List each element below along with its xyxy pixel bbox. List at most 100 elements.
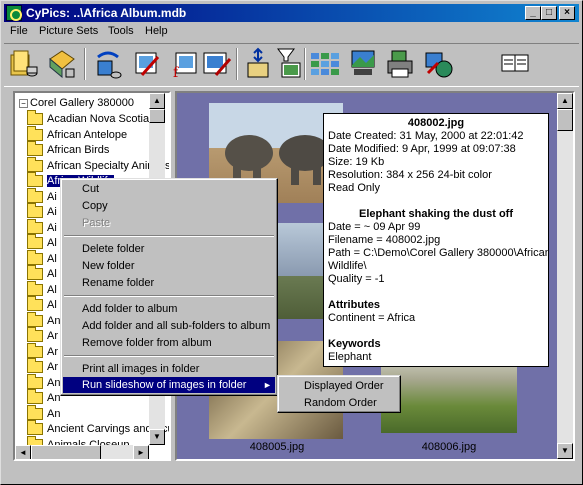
- menu-new-folder[interactable]: New folder: [63, 258, 275, 274]
- menu-picture-sets[interactable]: Picture Sets: [39, 25, 98, 37]
- tree-folder-label: Ai: [47, 190, 57, 203]
- menu-separator: [64, 355, 274, 357]
- folder-icon: [27, 141, 43, 157]
- tree-folder-label: African Birds: [47, 144, 110, 156]
- folder-icon: [27, 296, 43, 312]
- tree-folder-label: Al: [47, 268, 57, 280]
- folder-icon: [27, 311, 43, 327]
- tooltip-path-cont: Wildlife\: [328, 260, 367, 272]
- tooltip-path: Path = C:\Demo\Corel Gallery 380000\Afri…: [328, 247, 549, 259]
- tooltip-attributes-heading: Attributes: [328, 299, 380, 311]
- edit-picture-icon[interactable]: [132, 47, 162, 81]
- scroll-up-icon[interactable]: ▲: [557, 93, 573, 109]
- window-title: CyPics: ..\Africa Album.mdb: [26, 6, 187, 20]
- title-bar[interactable]: CyPics: ..\Africa Album.mdb _ □ ×: [4, 4, 579, 22]
- menu-separator: [64, 235, 274, 237]
- scroll-down-icon[interactable]: ▼: [149, 429, 165, 445]
- tooltip-caption: Elephant shaking the dust off: [358, 208, 513, 220]
- open-collection-icon[interactable]: [46, 47, 76, 81]
- filter-icon[interactable]: [274, 47, 304, 81]
- scroll-thumb[interactable]: [557, 109, 573, 131]
- menu-copy[interactable]: Copy: [63, 198, 275, 214]
- folder-icon: [27, 249, 43, 265]
- sort-icon[interactable]: [244, 47, 274, 81]
- folder-icon: [27, 234, 43, 250]
- menu-picture-sets-label: Picture Sets: [39, 25, 99, 37]
- folder-icon: [27, 125, 43, 141]
- menu-file[interactable]: File: [10, 25, 28, 37]
- folder-icon: [27, 404, 43, 420]
- folder-context-menu: Cut Copy Paste Delete folder New folder …: [60, 178, 278, 396]
- thumbnail-view-icon[interactable]: [310, 47, 340, 81]
- tree-folder-item[interactable]: African Birds: [27, 141, 110, 161]
- scroll-thumb[interactable]: [31, 445, 101, 459]
- menu-add-folder-and-subfolders[interactable]: Add folder and all sub-folders to album: [63, 318, 275, 334]
- tree-folder-item[interactable]: Acadian Nova Scotia: [27, 110, 150, 130]
- toolbar-separator: [304, 48, 306, 80]
- menu-paste[interactable]: Paste: [63, 215, 275, 231]
- tooltip-keywords-heading: Keywords: [328, 338, 381, 350]
- edit-script-icon[interactable]: f: [170, 47, 200, 81]
- slideshow-icon[interactable]: [348, 47, 378, 81]
- folder-icon: [27, 218, 43, 234]
- menu-cut[interactable]: Cut: [63, 181, 275, 197]
- minimize-button[interactable]: _: [525, 6, 541, 20]
- close-button[interactable]: ×: [559, 6, 575, 20]
- folder-icon: [27, 187, 43, 203]
- web-export-icon[interactable]: [424, 47, 454, 81]
- scroll-thumb[interactable]: [149, 109, 165, 123]
- thumbnail-caption: 408005.jpg: [249, 441, 305, 453]
- folder-icon: [27, 342, 43, 358]
- menu-delete-folder[interactable]: Delete folder: [63, 241, 275, 257]
- menu-run-slideshow[interactable]: Run slideshow of images in folder ►: [63, 377, 275, 393]
- folder-icon: [27, 203, 43, 219]
- menu-add-folder-to-album[interactable]: Add folder to album: [63, 301, 275, 317]
- cypics-app-icon[interactable]: [6, 5, 22, 21]
- folder-icon: [27, 156, 43, 172]
- menu-separator: [64, 295, 274, 297]
- tooltip-filename: 408002.jpg: [407, 117, 465, 129]
- menu-help[interactable]: Help: [145, 25, 168, 37]
- tooltip-date: Date = ~ 09 Apr 99: [328, 221, 421, 233]
- tree-folder-label: Ai: [47, 206, 57, 218]
- menu-random-order[interactable]: Random Order: [280, 395, 398, 411]
- folder-icon: [27, 265, 43, 281]
- refresh-database-icon[interactable]: [92, 47, 122, 81]
- menu-run-slideshow-label: Run slideshow of images in folder: [82, 379, 247, 391]
- tree-folder-label: Acadian Nova Scotia: [47, 113, 150, 125]
- scroll-down-icon[interactable]: ▼: [557, 443, 573, 459]
- menu-print-all-images[interactable]: Print all images in folder: [63, 361, 275, 377]
- tree-root-label: Corel Gallery 380000: [30, 97, 134, 109]
- image-info-tooltip: 408002.jpg Date Created: 31 May, 2000 at…: [323, 113, 549, 367]
- tooltip-resolution: Resolution: 384 x 256 24-bit color: [328, 169, 492, 181]
- tree-folder-label: Al: [47, 252, 57, 265]
- menu-remove-folder-from-album[interactable]: Remove folder from album: [63, 335, 275, 351]
- tree-folder-label: An: [47, 407, 61, 420]
- tooltip-read-only: Read Only: [328, 182, 380, 194]
- folder-icon: [27, 327, 43, 343]
- folder-icon: [27, 389, 43, 405]
- tree-root[interactable]: − Corel Gallery 380000: [19, 97, 134, 111]
- slideshow-submenu: Displayed Order Random Order: [277, 375, 401, 413]
- maximize-button[interactable]: □: [541, 6, 557, 20]
- menu-displayed-order[interactable]: Displayed Order: [280, 378, 398, 394]
- edit-set-icon[interactable]: [202, 47, 232, 81]
- tree-folder-label: An: [47, 314, 61, 327]
- view-vertical-scrollbar[interactable]: ▲ ▼: [557, 93, 573, 459]
- tooltip-keyword: Elephant: [328, 351, 372, 363]
- open-album-icon[interactable]: [8, 47, 38, 81]
- menu-tools-label: Tools: [108, 25, 134, 37]
- tooltip-filename-line: Filename = 408002.jpg: [328, 234, 441, 246]
- scroll-left-icon[interactable]: ◄: [15, 445, 31, 459]
- menu-rename-folder[interactable]: Rename folder: [63, 275, 275, 291]
- printer-icon[interactable]: [386, 47, 416, 81]
- status-bar: [4, 466, 579, 482]
- menu-tools[interactable]: Tools: [108, 25, 134, 37]
- scroll-right-icon[interactable]: ►: [133, 445, 149, 459]
- scroll-up-icon[interactable]: ▲: [149, 93, 165, 109]
- tree-horizontal-scrollbar[interactable]: ◄ ►: [15, 445, 149, 459]
- collapse-icon[interactable]: −: [19, 98, 28, 108]
- book-help-icon[interactable]: [500, 47, 530, 81]
- thumbnail-caption: 408006.jpg: [421, 441, 477, 453]
- tree-folder-item[interactable]: African Antelope: [27, 125, 127, 146]
